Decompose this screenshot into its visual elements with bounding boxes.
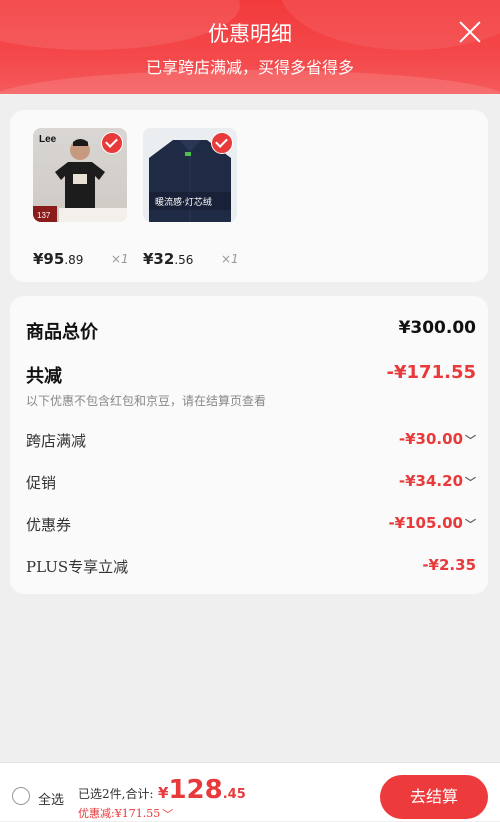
svg-text:Lee: Lee — [39, 134, 57, 145]
discount-item-value[interactable]: -¥34.20 ﹀ — [399, 472, 476, 490]
product-price: ¥95.89 — [33, 250, 84, 268]
discount-detail-toggle[interactable]: 优惠减:¥171.55 ﹀ — [78, 805, 173, 822]
product-quantity: ×1 — [111, 252, 129, 266]
discount-item-label: 促销 — [26, 474, 57, 492]
discount-item-label: 跨店满减 — [26, 432, 87, 450]
discount-summary-card: 商品总价 ¥300.00 共减 -¥171.55 以下优惠不包含红包和京豆，请在… — [10, 296, 488, 594]
discount-item-label: 优惠券 — [26, 516, 72, 534]
close-icon[interactable] — [458, 20, 482, 44]
product-image[interactable]: 暖流感·灯芯绒 — [143, 128, 237, 222]
discount-row: 共减 -¥171.55 — [26, 362, 476, 387]
discount-item-row[interactable]: 优惠券 -¥105.00 ﹀ — [26, 514, 476, 536]
product-item[interactable]: Lee 137 ¥95.89 ×1 — [33, 128, 129, 268]
chevron-down-icon[interactable]: ﹀ — [465, 474, 476, 490]
checkout-bar: 全选 已选2件,合计: ¥128.45 优惠减:¥171.55 ﹀ 去结算 — [0, 762, 500, 821]
checkout-button[interactable]: 去结算 — [380, 775, 488, 819]
page-title: 优惠明细 — [208, 22, 292, 46]
page-subtitle: 已享跨店满减，买得多省得多 — [145, 58, 354, 77]
discount-item-label: PLUS专享立减 — [26, 558, 129, 576]
product-quantity: ×1 — [221, 252, 239, 266]
radio-icon[interactable] — [12, 787, 30, 805]
total-amount: ¥128.45 — [158, 775, 246, 805]
discount-item-row: PLUS专享立减 -¥2.35 — [26, 556, 476, 578]
svg-text:137: 137 — [37, 211, 51, 220]
header-banner: 优惠明细 已享跨店满减，买得多省得多 — [0, 0, 500, 94]
selected-check-icon[interactable] — [101, 132, 123, 154]
total-label: 商品总价 — [26, 322, 98, 343]
product-item[interactable]: 暖流感·灯芯绒 ¥32.56 ×1 — [143, 128, 239, 268]
discount-item-value[interactable]: -¥105.00 ﹀ — [388, 514, 476, 532]
product-image[interactable]: Lee 137 — [33, 128, 127, 222]
chevron-down-icon[interactable]: ﹀ — [465, 432, 476, 448]
discount-item-row[interactable]: 跨店满减 -¥30.00 ﹀ — [26, 430, 476, 452]
selected-check-icon[interactable] — [211, 132, 233, 154]
discount-item-value: -¥2.35 — [422, 556, 476, 574]
product-card: Lee 137 ¥95.89 ×1 暖流感·灯芯绒 ¥32.56 ×1 — [10, 110, 488, 282]
total-row: 商品总价 ¥300.00 — [26, 318, 476, 343]
total-value: ¥300.00 — [398, 318, 476, 338]
select-all-label[interactable]: 全选 — [38, 789, 64, 808]
discount-item-row[interactable]: 促销 -¥34.20 ﹀ — [26, 472, 476, 494]
product-price: ¥32.56 — [143, 250, 194, 268]
chevron-down-icon[interactable]: ﹀ — [465, 516, 476, 532]
svg-text:暖流感·灯芯绒: 暖流感·灯芯绒 — [155, 196, 212, 208]
discount-label: 共减 — [26, 366, 62, 387]
discount-item-value[interactable]: -¥30.00 ﹀ — [399, 430, 476, 448]
discount-note: 以下优惠不包含红包和京豆，请在结算页查看 — [26, 394, 267, 408]
selected-info: 已选2件,合计: — [78, 787, 154, 801]
discount-value: -¥171.55 — [386, 362, 476, 383]
